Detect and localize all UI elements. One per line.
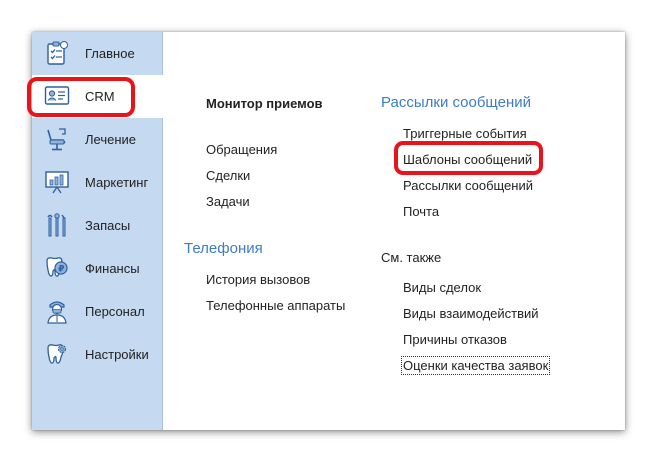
deal-types-link[interactable]: Виды сделок bbox=[403, 280, 481, 295]
presentation-chart-icon bbox=[44, 169, 70, 195]
message-templates-link[interactable]: Шаблоны сообщений bbox=[403, 152, 532, 167]
crm-menu-panel: Монитор приемов Обращения Сделки Задачи … bbox=[163, 32, 625, 430]
telephony-heading: Телефония bbox=[184, 240, 263, 257]
checklist-icon bbox=[44, 40, 70, 66]
sidebar-item-label: Маркетинг bbox=[85, 175, 149, 190]
mail-link[interactable]: Почта bbox=[403, 204, 439, 219]
sidebar-item-treatment[interactable]: Лечение bbox=[32, 118, 162, 161]
sidebar-item-label: Персонал bbox=[85, 304, 145, 319]
requests-link[interactable]: Обращения bbox=[206, 142, 277, 157]
tooth-coin-icon: ₽ bbox=[44, 255, 70, 281]
tooth-gear-icon bbox=[44, 341, 70, 367]
sidebar-item-settings[interactable]: Настройки bbox=[32, 333, 162, 376]
lead-quality-link[interactable]: Оценки качества заявок bbox=[400, 356, 551, 375]
sidebar-item-label: Главное bbox=[85, 46, 135, 61]
see-also-heading: См. также bbox=[381, 250, 442, 265]
dental-chair-icon bbox=[44, 126, 70, 152]
doctor-icon bbox=[44, 298, 70, 324]
rejection-reasons-link[interactable]: Причины отказов bbox=[403, 332, 507, 347]
contact-card-icon bbox=[44, 83, 70, 109]
sidebar-item-staff[interactable]: Персонал bbox=[32, 290, 162, 333]
crm-window: Главное CRM Лечение Маркетинг Запасы ₽ Ф… bbox=[27, 32, 625, 430]
sidebar-item-label: Лечение bbox=[85, 132, 137, 147]
sidebar-item-label: Настройки bbox=[85, 347, 149, 362]
sidebar-item-stock[interactable]: Запасы bbox=[32, 204, 162, 247]
sidebar-item-crm[interactable]: CRM bbox=[32, 75, 163, 118]
interaction-types-link[interactable]: Виды взаимодействий bbox=[403, 306, 539, 321]
call-history-link[interactable]: История вызовов bbox=[206, 272, 310, 287]
sidebar-item-label: CRM bbox=[85, 89, 115, 104]
trigger-events-link[interactable]: Триггерные события bbox=[403, 126, 527, 141]
sidebar-item-label: Финансы bbox=[85, 261, 140, 276]
message-mailings-link[interactable]: Рассылки сообщений bbox=[403, 178, 533, 193]
sidebar-item-main[interactable]: Главное bbox=[32, 32, 162, 75]
sidebar-item-marketing[interactable]: Маркетинг bbox=[32, 161, 162, 204]
phone-devices-link[interactable]: Телефонные аппараты bbox=[206, 298, 345, 313]
deals-link[interactable]: Сделки bbox=[206, 168, 250, 183]
monitor-link[interactable]: Монитор приемов bbox=[206, 96, 323, 111]
dental-tools-icon bbox=[44, 212, 70, 238]
svg-text:₽: ₽ bbox=[58, 265, 64, 275]
tasks-link[interactable]: Задачи bbox=[206, 194, 250, 209]
sidebar: Главное CRM Лечение Маркетинг Запасы ₽ Ф… bbox=[27, 32, 163, 430]
sidebar-item-label: Запасы bbox=[85, 218, 131, 233]
sidebar-item-finance[interactable]: ₽ Финансы bbox=[32, 247, 162, 290]
mailings-heading: Рассылки сообщений bbox=[381, 94, 531, 111]
